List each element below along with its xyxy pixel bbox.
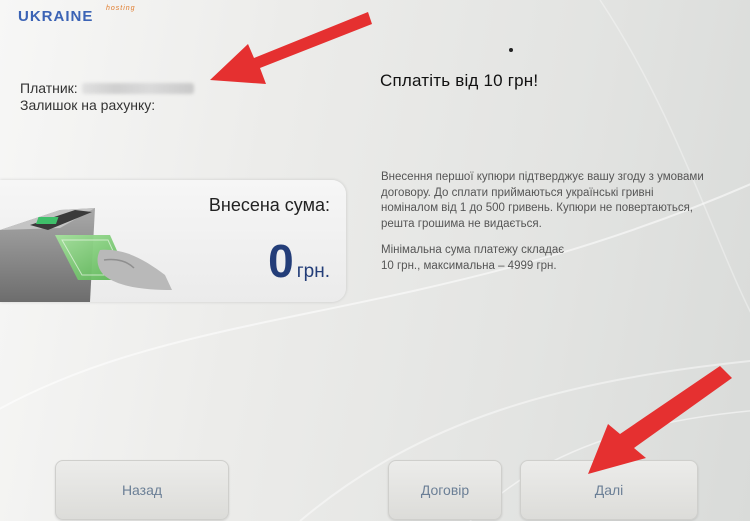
deposited-amount-value: 0 [268,235,294,287]
payment-info: Внесення першої купюри підтверджує вашу … [381,170,711,274]
logo-subtext: hosting [106,5,136,12]
deposited-amount: 0 грн. [268,238,330,284]
back-button[interactable]: Назад [55,460,229,520]
next-button[interactable]: Далі [520,460,698,520]
logo-text: UKRAINE [18,8,94,25]
payer-info: Платник: Залишок на рахунку: [20,80,194,114]
deposited-amount-unit: грн. [296,261,330,282]
info-paragraph-terms: Внесення першої купюри підтверджує вашу … [381,171,704,230]
balance-label: Залишок на рахунку: [20,97,156,113]
info-limits-line1: Мінімальна сума платежу складає [381,244,565,256]
bill-acceptor-illustration [0,208,172,302]
info-paragraph-limits: Мінімальна сума платежу складає 10 грн.,… [381,243,711,274]
payer-label: Платник: [20,80,78,96]
ukraine-hosting-logo: UKRAINE hosting [18,5,135,25]
annotation-arrow-top [210,12,372,84]
pay-title: Сплатіть від 10 грн! [380,71,539,90]
payer-value-blurred [81,83,194,94]
info-limits-line2: 10 грн., максимальна – 4999 грн. [381,259,557,272]
deposited-amount-label: Внесена сума: [208,195,330,215]
deposit-card: Внесена сума: 0 грн. [0,180,346,302]
contract-button[interactable]: Договір [388,460,502,520]
